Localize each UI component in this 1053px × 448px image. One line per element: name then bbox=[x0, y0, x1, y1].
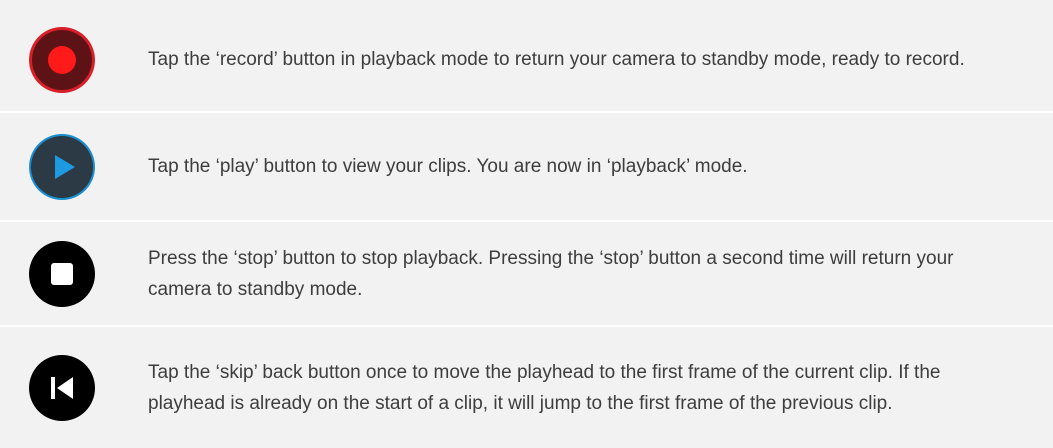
record-description: Tap the ‘record’ button in playback mode… bbox=[148, 49, 965, 70]
skip-back-description: Tap the ‘skip’ back button once to move … bbox=[148, 361, 941, 414]
record-icon bbox=[29, 26, 95, 93]
stop-icon bbox=[29, 240, 95, 307]
icon-cell bbox=[0, 8, 124, 111]
row-description: Tap the ‘record’ button in playback mode… bbox=[148, 8, 1013, 111]
icon-cell bbox=[0, 327, 124, 448]
row-description: Press the ‘stop’ button to stop playback… bbox=[148, 222, 1013, 325]
table-row-play: Tap the ‘play’ button to view your clips… bbox=[0, 113, 1053, 220]
skip-back-icon bbox=[29, 354, 95, 421]
button-description-table: Tap the ‘record’ button in playback mode… bbox=[0, 0, 1053, 448]
stop-description: Press the ‘stop’ button to stop playback… bbox=[148, 247, 954, 300]
icon-cell bbox=[0, 222, 124, 325]
play-description: Tap the ‘play’ button to view your clips… bbox=[148, 156, 748, 177]
table-row-record: Tap the ‘record’ button in playback mode… bbox=[0, 8, 1053, 111]
icon-cell bbox=[0, 113, 124, 220]
play-icon bbox=[29, 133, 95, 200]
table-row-stop: Press the ‘stop’ button to stop playback… bbox=[0, 222, 1053, 325]
row-description: Tap the ‘play’ button to view your clips… bbox=[148, 113, 1013, 220]
row-description: Tap the ‘skip’ back button once to move … bbox=[148, 327, 1013, 448]
table-row-skip-back: Tap the ‘skip’ back button once to move … bbox=[0, 327, 1053, 448]
